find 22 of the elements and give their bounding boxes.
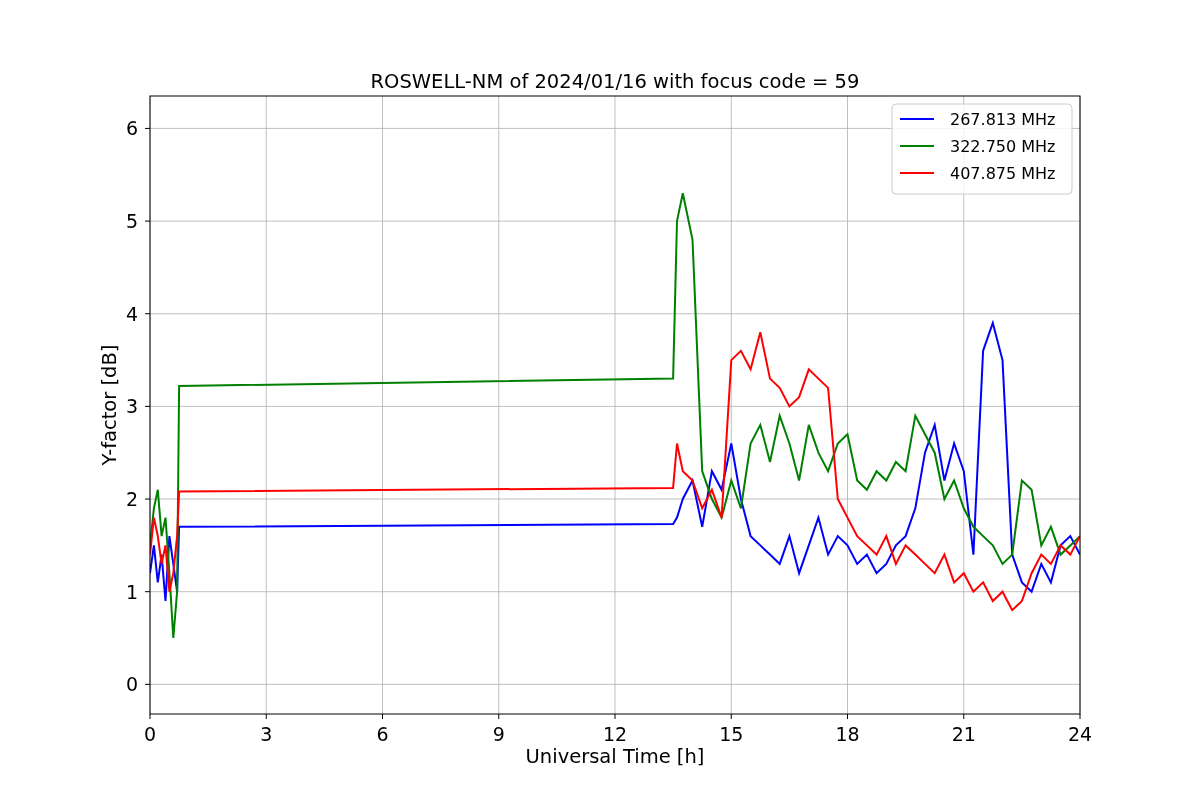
tick-label: 6 xyxy=(125,117,138,140)
tick-label: 0 xyxy=(125,673,138,696)
tick-label: 3 xyxy=(125,395,138,418)
tick-label: 4 xyxy=(125,302,138,325)
tick-label: 12 xyxy=(602,723,628,745)
legend-label: 407.875 MHz xyxy=(950,164,1056,183)
axis-label: Y-factor [dB] xyxy=(98,344,121,466)
axis-label: Universal Time [h] xyxy=(525,745,705,768)
tick-label: 21 xyxy=(951,723,976,745)
tick-label: 6 xyxy=(376,723,389,745)
tick-label: 1 xyxy=(125,580,138,603)
tick-label: 9 xyxy=(492,723,505,745)
chart-title: ROSWELL-NM of 2024/01/16 with focus code = 59 xyxy=(370,70,860,93)
legend-label: 267.813 MHz xyxy=(950,110,1056,129)
tick-label: 24 xyxy=(1067,723,1093,745)
tick-label: 2 xyxy=(125,488,138,511)
tick-label: 5 xyxy=(125,210,138,233)
legend-label: 322.750 MHz xyxy=(950,137,1056,156)
tick-label: 0 xyxy=(143,723,157,745)
tick-label: 15 xyxy=(719,723,744,745)
tick-label: 3 xyxy=(260,723,273,745)
tick-label: 18 xyxy=(835,723,860,745)
